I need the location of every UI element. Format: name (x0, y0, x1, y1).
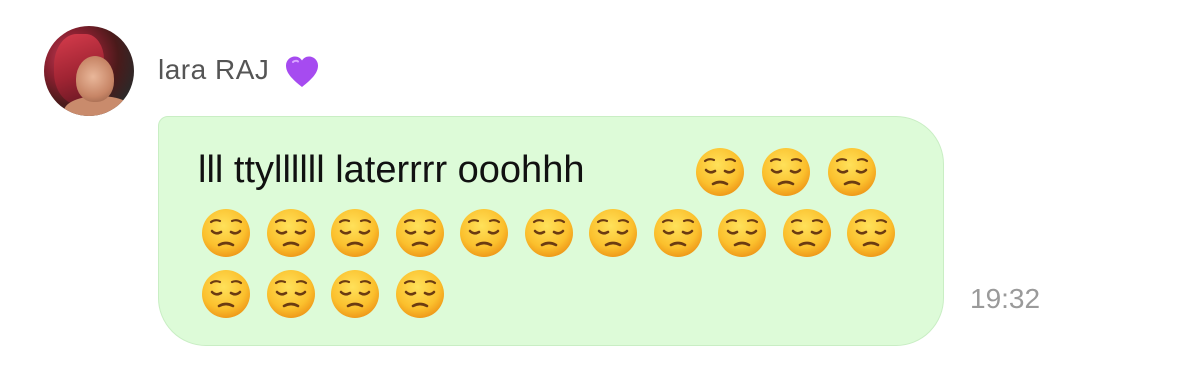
pensive-face-icon (696, 148, 744, 196)
pensive-face-icon (653, 209, 702, 257)
message-text: lll ttyllllll laterrrr ooohhh (198, 149, 585, 191)
pensive-face-icon (331, 270, 379, 318)
pensive-face-icon (266, 270, 315, 318)
pensive-face-icon (524, 209, 573, 257)
pensive-face-icon (202, 209, 250, 257)
pensive-face-icon (782, 209, 831, 257)
pensive-face-icon (331, 209, 379, 257)
pensive-face-icon (828, 148, 876, 196)
pensive-face-icon (395, 209, 444, 257)
pensive-face-icon (847, 209, 895, 257)
pensive-face-icon (762, 148, 810, 196)
purple-heart-icon (286, 56, 318, 87)
pensive-face-icon (460, 209, 508, 257)
sender-avatar[interactable] (44, 26, 134, 116)
sender-name[interactable]: lara RAJ (158, 54, 269, 86)
pensive-face-icon (202, 270, 250, 318)
pensive-face-icon (395, 270, 444, 318)
message-timestamp: 19:32 (970, 283, 1041, 314)
pensive-face-icon (718, 209, 766, 257)
pensive-face-icon (266, 209, 315, 257)
avatar-face (76, 56, 114, 102)
pensive-face-icon (589, 209, 637, 257)
chat-message-view: lara RAJ lll ttyllllll laterrrr ooohhh 1… (0, 0, 1200, 372)
